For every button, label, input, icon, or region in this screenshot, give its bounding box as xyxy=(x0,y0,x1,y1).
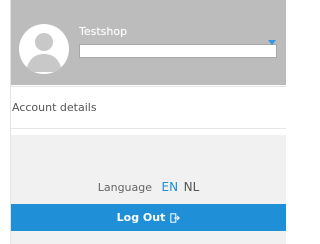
language-option-nl[interactable]: NL xyxy=(184,180,200,194)
user-header: Testshop xyxy=(11,0,286,85)
account-dropdown-panel: Testshop Account details Language EN NL … xyxy=(10,0,286,244)
logout-label: Log Out xyxy=(116,211,166,224)
logout-button[interactable]: Log Out xyxy=(11,204,286,231)
language-label: Language xyxy=(97,181,153,194)
language-switcher: Language EN NL xyxy=(11,180,286,194)
menu-item-account-details[interactable]: Account details xyxy=(11,86,286,129)
logout-icon xyxy=(170,212,181,223)
account-details-label: Account details xyxy=(12,101,97,114)
language-option-en[interactable]: EN xyxy=(162,180,179,194)
shop-select[interactable] xyxy=(79,44,277,58)
avatar-icon xyxy=(19,24,69,74)
shop-name: Testshop xyxy=(79,25,128,38)
chevron-down-icon[interactable] xyxy=(268,40,276,45)
